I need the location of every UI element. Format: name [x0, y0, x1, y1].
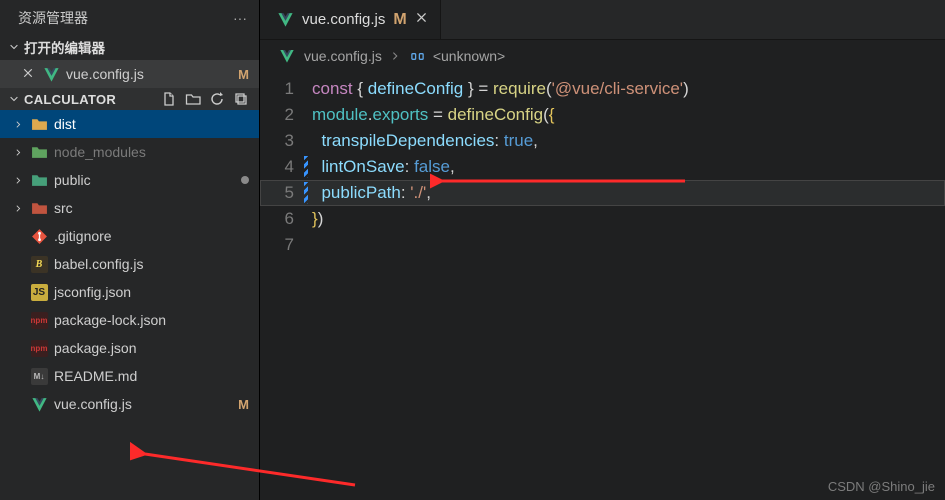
code-line[interactable]: 5 publicPath: './',: [260, 180, 945, 206]
item-label: jsconfig.json: [54, 284, 131, 300]
line-body: module.exports = defineConfig({: [312, 102, 554, 128]
more-icon[interactable]: ···: [233, 10, 247, 26]
line-number: 4: [260, 154, 312, 180]
item-label: dist: [54, 116, 76, 132]
item-label: README.md: [54, 368, 137, 384]
close-icon[interactable]: [22, 66, 36, 82]
code-editor[interactable]: 1const { defineConfig } = require('@vue/…: [260, 72, 945, 500]
code-line[interactable]: 6}): [260, 206, 945, 232]
file-item[interactable]: Bbabel.config.js: [0, 250, 259, 278]
code-line[interactable]: 7: [260, 232, 945, 258]
chevron-right-icon: [14, 147, 24, 158]
line-body: const { defineConfig } = require('@vue/c…: [312, 76, 689, 102]
breadcrumb-file: vue.config.js: [304, 48, 382, 64]
vue-file-icon: [278, 47, 296, 65]
refresh-icon[interactable]: [209, 91, 225, 107]
dirty-dot: [241, 176, 249, 184]
line-number: 3: [260, 128, 312, 154]
editor-area: vue.config.js M vue.config.js <unknown> …: [260, 0, 945, 500]
vue-file-icon: [42, 65, 60, 83]
project-header[interactable]: CALCULATOR: [0, 88, 259, 110]
symbol-icon: [410, 49, 425, 64]
file-icon: npm: [30, 311, 48, 329]
chevron-right-icon: [390, 50, 402, 62]
file-icon: [30, 171, 48, 189]
file-icon: [30, 115, 48, 133]
file-icon: [30, 199, 48, 217]
item-label: public: [54, 172, 91, 188]
line-number: 2: [260, 102, 312, 128]
code-line[interactable]: 4 lintOnSave: false,: [260, 154, 945, 180]
file-icon: M↓: [30, 367, 48, 385]
file-icon: JS: [30, 283, 48, 301]
item-label: babel.config.js: [54, 256, 144, 272]
open-editors-title: 打开的编辑器: [24, 37, 105, 57]
file-item[interactable]: npm package.json: [0, 334, 259, 362]
vue-file-icon: [276, 11, 294, 29]
modified-indicator: M: [238, 397, 249, 412]
line-body: publicPath: './',: [312, 180, 431, 206]
folder-item[interactable]: node_modules: [0, 138, 259, 166]
file-item[interactable]: JS jsconfig.json: [0, 278, 259, 306]
chevron-right-icon: [14, 203, 24, 214]
explorer-sidebar: 资源管理器 ··· 打开的编辑器 vue.config.js M CALCULA…: [0, 0, 260, 500]
breadcrumb[interactable]: vue.config.js <unknown>: [260, 40, 945, 72]
line-number: 5: [260, 180, 312, 206]
tab-vue-config[interactable]: vue.config.js M: [260, 0, 441, 39]
file-icon: npm: [30, 339, 48, 357]
tab-close-icon[interactable]: [415, 11, 428, 29]
explorer-header: 资源管理器 ···: [0, 0, 259, 34]
project-name: CALCULATOR: [24, 92, 157, 107]
folder-item[interactable]: public: [0, 166, 259, 194]
new-file-icon[interactable]: [161, 91, 177, 107]
code-line[interactable]: 3 transpileDependencies: true,: [260, 128, 945, 154]
line-body: }): [312, 206, 323, 232]
modified-indicator: M: [238, 67, 249, 82]
code-line[interactable]: 1const { defineConfig } = require('@vue/…: [260, 76, 945, 102]
watermark: CSDN @Shino_jie: [828, 479, 935, 494]
line-number: 1: [260, 76, 312, 102]
project-actions: [161, 91, 249, 107]
item-label: node_modules: [54, 144, 146, 160]
open-editor-item[interactable]: vue.config.js M: [0, 60, 259, 88]
file-icon: [30, 395, 48, 413]
open-editor-filename: vue.config.js: [66, 66, 144, 82]
explorer-title: 资源管理器: [18, 8, 88, 28]
tab-bar: vue.config.js M: [260, 0, 945, 40]
tab-modified: M: [393, 11, 406, 29]
new-folder-icon[interactable]: [185, 91, 201, 107]
file-icon: [30, 143, 48, 161]
item-label: .gitignore: [54, 228, 112, 244]
file-item[interactable]: M↓ README.md: [0, 362, 259, 390]
breadcrumb-symbol: <unknown>: [433, 48, 505, 64]
open-editors-header[interactable]: 打开的编辑器: [0, 34, 259, 60]
file-item[interactable]: .gitignore: [0, 222, 259, 250]
chevron-right-icon: [14, 175, 24, 186]
file-item[interactable]: npm package-lock.json: [0, 306, 259, 334]
item-label: package.json: [54, 340, 137, 356]
chevron-down-icon: [8, 93, 20, 105]
file-icon: [30, 227, 48, 245]
line-body: transpileDependencies: true,: [312, 128, 538, 154]
code-line[interactable]: 2module.exports = defineConfig({: [260, 102, 945, 128]
line-number: 7: [260, 232, 312, 258]
folder-item[interactable]: dist: [0, 110, 259, 138]
line-body: lintOnSave: false,: [312, 154, 455, 180]
collapse-icon[interactable]: [233, 91, 249, 107]
file-icon: B: [30, 255, 48, 273]
item-label: src: [54, 200, 73, 216]
chevron-down-icon: [8, 41, 20, 53]
file-tree: dist node_modulespublic src .gitignore Bbabe…: [0, 110, 259, 418]
item-label: package-lock.json: [54, 312, 166, 328]
item-label: vue.config.js: [54, 396, 132, 412]
line-number: 6: [260, 206, 312, 232]
file-item[interactable]: vue.config.js M: [0, 390, 259, 418]
chevron-right-icon: [14, 119, 24, 130]
folder-item[interactable]: src: [0, 194, 259, 222]
tab-filename: vue.config.js: [302, 11, 385, 28]
